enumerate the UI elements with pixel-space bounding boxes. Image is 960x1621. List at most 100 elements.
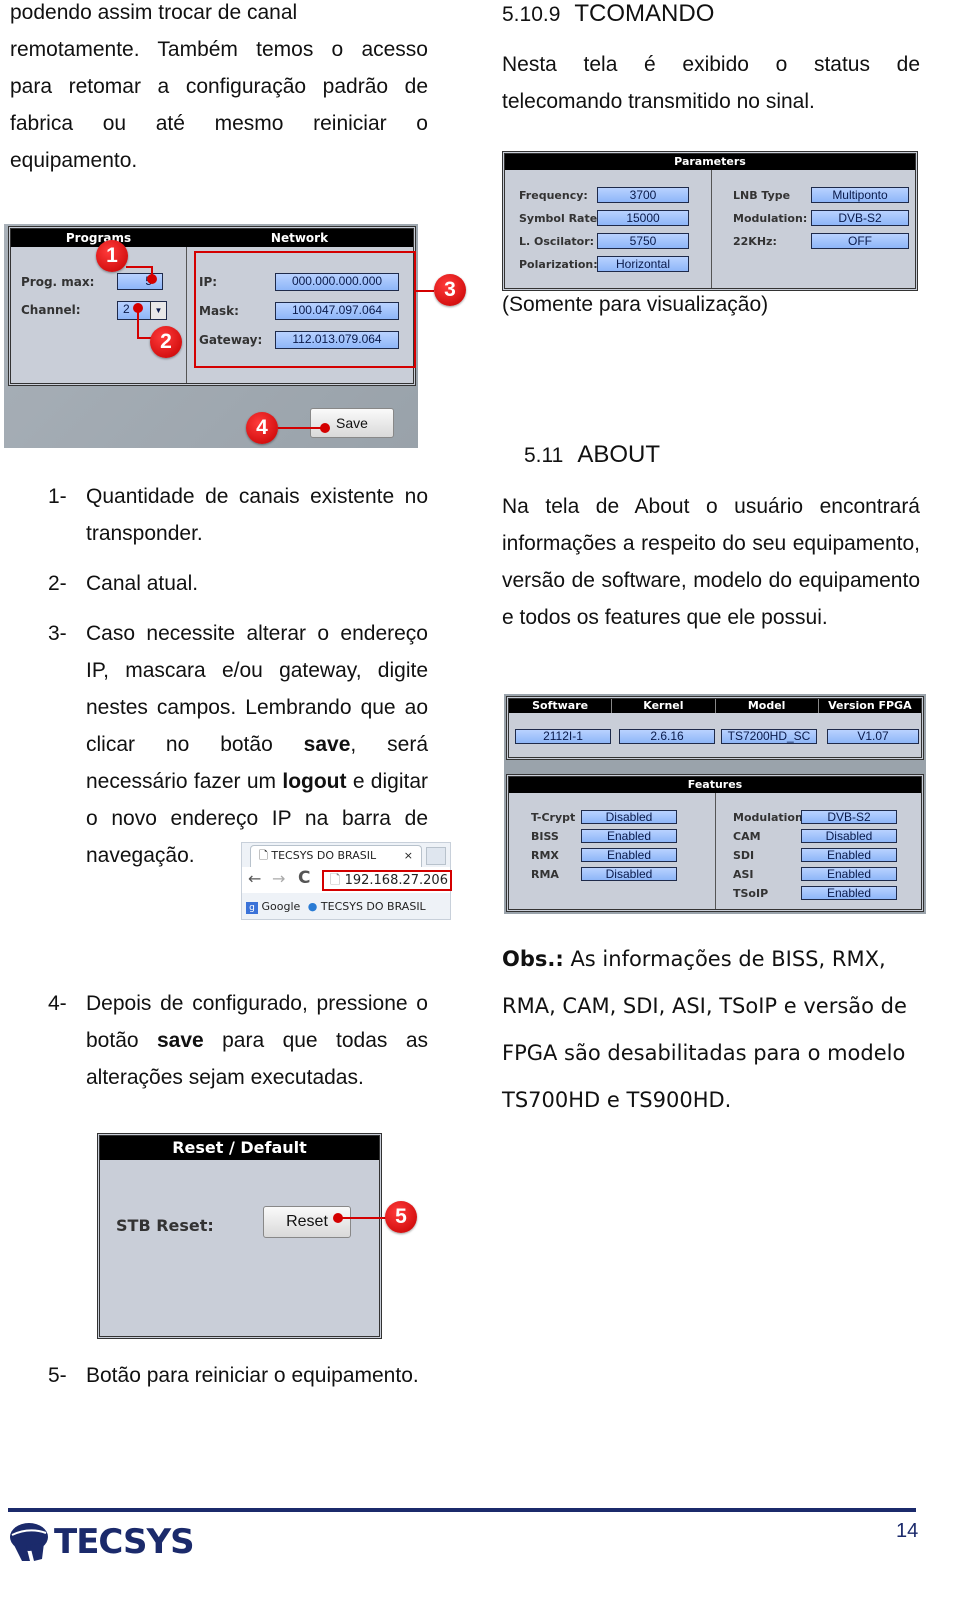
list-item: 4- Depois de configurado, pressione o bo… <box>48 992 428 1089</box>
param-label: Symbol Rate: <box>519 212 602 225</box>
intro-paragraph: podendo assim trocar de canal remotament… <box>10 0 428 179</box>
param-label: 22KHz: <box>733 235 777 248</box>
panel-divider <box>711 170 712 288</box>
feature-value: Disabled <box>801 829 897 843</box>
view-only-caption: (Somente para visualização) <box>502 293 769 316</box>
google-icon: g <box>246 902 258 914</box>
col-kernel: Kernel <box>612 699 716 713</box>
network-screenshot: Programs Network Prog. max: 5 Channel: 2… <box>4 224 466 448</box>
list-item: 1- Quantidade de canais existente no tra… <box>48 485 428 545</box>
param-label: Frequency: <box>519 189 588 202</box>
obs-note: Obs.: As informações de BISS, RMX, RMA, … <box>502 947 907 1112</box>
list-item: 2- Canal atual. <box>48 572 199 595</box>
about-screenshot: Software Kernel Model Version FPGA 2112I… <box>504 694 926 914</box>
feature-value: Enabled <box>801 886 897 900</box>
feature-label: BISS <box>531 830 559 843</box>
callout-1: 1 <box>96 240 128 272</box>
back-icon[interactable]: ← <box>248 869 261 888</box>
close-tab-icon[interactable]: × <box>404 846 413 866</box>
versions-panel: Software Kernel Model Version FPGA 2112I… <box>506 696 924 760</box>
col-version-fpga: Version FPGA <box>828 699 912 712</box>
brand-name: TECSYS <box>54 1522 195 1562</box>
channel-label: Channel: <box>21 303 81 317</box>
callout-line <box>278 427 324 429</box>
bookmark-tecsys[interactable]: TECSYS DO BRASIL <box>321 900 426 913</box>
features-title: Features <box>509 777 921 793</box>
feature-value: Enabled <box>801 867 897 881</box>
reset-title: Reset / Default <box>100 1136 379 1160</box>
browser-tab[interactable]: 🗋 TECSYS DO BRASIL × <box>250 845 422 867</box>
callout-line <box>338 1217 388 1219</box>
browser-screenshot: 🗋 TECSYS DO BRASIL × ← → C 🗋 192.168.27.… <box>241 842 452 920</box>
tcomando-text: Nesta tela é exibido o status de telecom… <box>502 53 920 113</box>
param-label: LNB Type <box>733 189 791 202</box>
param-label: Modulation: <box>733 212 808 225</box>
page-icon: 🗋 <box>330 873 341 888</box>
section-heading-tcomando: 5.10.9 TCOMANDO <box>502 0 715 27</box>
network-panel: Programs Network Prog. max: 5 Channel: 2… <box>8 226 416 386</box>
frequency-field: 3700 <box>597 187 689 203</box>
new-tab-button[interactable] <box>426 847 446 865</box>
section-heading-about: 5.11 ABOUT <box>524 441 661 468</box>
col-software: Software <box>509 699 613 713</box>
feature-value: Enabled <box>581 829 677 843</box>
callout-5: 5 <box>385 1201 417 1233</box>
forward-icon[interactable]: → <box>272 869 285 888</box>
versions-header: Software Kernel Model Version FPGA <box>509 699 921 713</box>
callout-dot <box>320 423 330 433</box>
feature-label: Modulation <box>733 811 803 824</box>
intro-line: fabrica ou até mesmo reiniciar o <box>10 112 428 135</box>
l-oscilator-field: 5750 <box>597 233 689 249</box>
address-bar[interactable]: 🗋 192.168.27.206 <box>322 870 452 891</box>
lnb-type-field: Multiponto <box>811 187 909 203</box>
modulation-field: DVB-S2 <box>811 210 909 226</box>
callout-3: 3 <box>434 274 466 306</box>
network-highlight-box <box>194 251 416 368</box>
callout-line <box>137 308 139 338</box>
globe-icon: ● <box>307 900 318 913</box>
tecsys-logo-icon <box>10 1523 48 1561</box>
features-panel: Features T-Crypt Disabled BISS Enabled R… <box>506 774 924 912</box>
bookmark-google[interactable]: Google <box>262 900 301 913</box>
toolbar: ← → C 🗋 192.168.27.206 <box>242 867 452 893</box>
chevron-down-icon[interactable]: ▼ <box>150 302 166 319</box>
intro-line: podendo assim trocar de canal <box>10 1 298 24</box>
feature-label: SDI <box>733 849 755 862</box>
callout-line <box>126 266 152 268</box>
footer-rule <box>8 1508 916 1512</box>
callout-line <box>151 266 153 278</box>
feature-label: RMA <box>531 868 559 881</box>
list-item: 5- Botão para reiniciar o equipamento. <box>48 1364 419 1387</box>
model-value: TS7200HD_SC <box>721 729 817 744</box>
polarization-field: Horizontal <box>597 256 689 272</box>
feature-value: DVB-S2 <box>801 810 897 824</box>
reload-icon[interactable]: C <box>298 868 310 888</box>
panel-divider <box>186 247 187 383</box>
feature-label: ASI <box>733 868 754 881</box>
feature-label: TSoIP <box>733 887 769 900</box>
parameters-panel: Parameters Frequency: 3700 Symbol Rate: … <box>502 151 918 291</box>
page-icon: 🗋 <box>259 849 268 862</box>
feature-value: Disabled <box>581 867 677 881</box>
feature-label: CAM <box>733 830 761 843</box>
about-text: Na tela de About o usuário encontrará in… <box>502 495 920 629</box>
tecsys-logo: TECSYS <box>8 1520 195 1564</box>
22khz-field: OFF <box>811 233 909 249</box>
kernel-value: 2.6.16 <box>619 729 715 744</box>
network-title: Network <box>186 229 413 247</box>
feature-value: Enabled <box>581 848 677 862</box>
symbol-rate-field: 15000 <box>597 210 689 226</box>
intro-line: equipamento. <box>10 149 138 172</box>
prog-max-label: Prog. max: <box>21 275 95 289</box>
parameters-title: Parameters <box>505 154 915 170</box>
callout-2: 2 <box>150 326 182 358</box>
bookmarks-bar: g Google ● TECSYS DO BRASIL <box>246 897 450 917</box>
reset-panel: Reset / Default STB Reset: Reset <box>97 1133 382 1339</box>
col-model: Model <box>716 699 819 713</box>
stb-reset-label: STB Reset: <box>116 1216 214 1235</box>
fpga-value: V1.07 <box>827 729 919 744</box>
feature-value: Enabled <box>801 848 897 862</box>
param-label: L. Oscilator: <box>519 235 595 248</box>
feature-label: RMX <box>531 849 559 862</box>
programs-title: Programs <box>11 229 186 247</box>
